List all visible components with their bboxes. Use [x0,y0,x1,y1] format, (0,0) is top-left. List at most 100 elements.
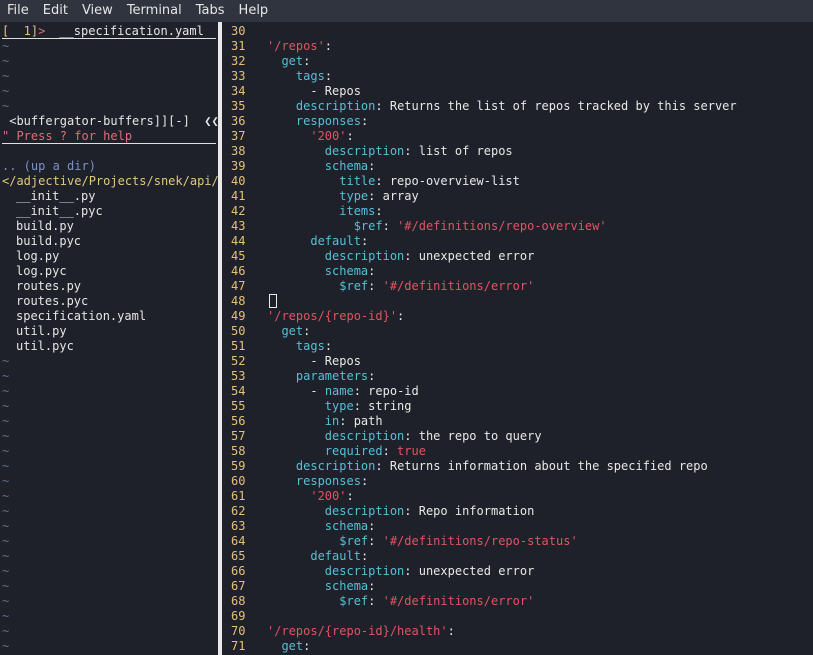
code-line[interactable]: 70 '/repos/{repo-id}/health': [231,624,455,639]
token-key: description [324,249,405,263]
token-plain: : [447,624,455,638]
token-str: '/repos/{repo-id}' [267,309,398,323]
line-number: 66 [231,564,246,578]
code-line[interactable]: 42 items: [231,204,383,219]
file-entry[interactable]: specification.yaml [16,309,146,324]
token-key: schema [324,579,369,593]
empty-line: ~ [2,594,9,609]
empty-line: ~ [2,639,9,654]
code-line[interactable]: 30 [231,24,267,39]
menu-view[interactable]: View [75,0,120,22]
code-line[interactable]: 64 $ref: '#/definitions/repo-status' [231,534,578,549]
file-entry[interactable]: build.pyc [16,234,81,249]
split-divider[interactable] [218,22,222,655]
file-entry[interactable]: routes.py [16,279,81,294]
code-line[interactable]: 71 get: [231,639,310,654]
code-line[interactable]: 51 tags: [231,339,332,354]
code-line[interactable]: 48 [231,294,277,309]
token-key: default [310,234,361,248]
file-entry[interactable]: routes.pyc [16,294,88,309]
code-line[interactable]: 31 '/repos': [231,39,332,54]
code-line[interactable]: 60 responses: [231,474,368,489]
code-line[interactable]: 47 $ref: '#/definitions/error' [231,279,534,294]
token-plain: : [303,324,311,338]
code-line[interactable]: 37 '200': [231,129,354,144]
file-entry[interactable]: __init__.pyc [16,204,103,219]
editor-pane[interactable]: 30 31 '/repos': 32 get: 33 tags: 34 - Repos 35… [226,22,813,655]
token-key: default [310,549,361,563]
token-key: tags [295,339,325,353]
up-dir-link[interactable]: .. (up a dir) [2,159,96,173]
code-line[interactable]: 54 - name: repo-id [231,384,419,399]
file-name[interactable]: log.pyc [16,264,67,278]
code-line[interactable]: 68 $ref: '#/definitions/error' [231,594,534,609]
token-str: '#/definitions/repo-status' [382,534,578,548]
menu-file[interactable]: File [0,0,36,22]
code-line[interactable]: 57 description: the repo to query [231,429,542,444]
code-line[interactable]: 36 responses: [231,114,368,129]
file-entry[interactable]: __init__.py [16,189,95,204]
file-name[interactable]: util.py [16,324,67,338]
file-name[interactable]: routes.py [16,279,81,293]
code-line[interactable]: 45 description: unexpected error [231,249,534,264]
code-line[interactable]: 46 schema: [231,264,375,279]
code-line[interactable]: 43 $ref: '#/definitions/repo-overview' [231,219,607,234]
menu-terminal[interactable]: Terminal [120,0,189,22]
terminal[interactable]: [ 1]> __specification.yaml ~ ~ ~ ~ ~ <bufferga… [0,22,813,655]
code-line[interactable]: 65 default: [231,549,368,564]
code-line[interactable]: 63 schema: [231,519,375,534]
code-line[interactable]: 41 type: array [231,189,419,204]
code-line[interactable]: 59 description: Returns information abou… [231,459,708,474]
code-line[interactable]: 44 default: [231,234,368,249]
file-name[interactable]: specification.yaml [16,309,146,323]
code-line[interactable]: 33 tags: [231,69,332,84]
tab-underline [2,38,216,39]
token-plain: : [324,39,333,53]
code-line[interactable]: 38 description: list of repos [231,144,513,159]
code-line[interactable]: 61 '200': [231,489,354,504]
code-line[interactable]: 67 schema: [231,579,375,594]
token-plain: - [310,384,325,398]
token-str: '/repos' [267,39,325,53]
file-entry[interactable]: util.pyc [16,339,74,354]
code-line[interactable]: 62 description: Repo information [231,504,534,519]
file-entry[interactable]: log.py [16,249,59,264]
code-line[interactable]: 58 required: true [231,444,426,459]
code-line[interactable]: 49 '/repos/{repo-id}': [231,309,404,324]
code-line[interactable]: 69 [231,609,267,624]
token-plain: : [382,444,398,458]
code-line[interactable]: 52 - Repos [231,354,361,369]
code-line[interactable]: 56 in: path [231,414,383,429]
code-line[interactable]: 35 description: Returns the list of repo… [231,99,737,114]
file-entry[interactable]: log.pyc [16,264,67,279]
code-line[interactable]: 39 schema: [231,159,375,174]
file-entry[interactable]: build.py [16,219,74,234]
file-name[interactable]: log.py [16,249,59,263]
current-directory[interactable]: </adjective/Projects/snek/api/ [2,174,218,188]
menu-tabs[interactable]: Tabs [189,0,232,22]
token-key: type [324,399,354,413]
file-entry[interactable]: util.py [16,324,67,339]
file-name[interactable]: __init__.pyc [16,204,103,218]
code-line[interactable]: 34 - Repos [231,84,361,99]
menu-help[interactable]: Help [232,0,276,22]
file-name[interactable]: routes.pyc [16,294,88,308]
file-name[interactable]: build.py [16,219,74,233]
code-line[interactable]: 50 get: [231,324,310,339]
file-browser-pane[interactable]: [ 1]> __specification.yaml ~ ~ ~ ~ ~ <bufferga… [0,22,218,655]
code-line[interactable]: 53 parameters: [231,369,375,384]
code-line[interactable]: 66 description: unexpected error [231,564,534,579]
buffer-filename[interactable]: __specification.yaml [45,24,204,38]
code-line[interactable]: 40 title: repo-overview-list [231,174,520,189]
file-name[interactable]: build.pyc [16,234,81,248]
token-plain: : [303,54,311,68]
file-name[interactable]: __init__.py [16,189,95,203]
file-name[interactable]: util.pyc [16,339,74,353]
menu-edit[interactable]: Edit [36,0,75,22]
line-number: 35 [231,99,246,113]
code-line[interactable]: 55 type: string [231,399,412,414]
code-line[interactable]: 32 get: [231,54,310,69]
